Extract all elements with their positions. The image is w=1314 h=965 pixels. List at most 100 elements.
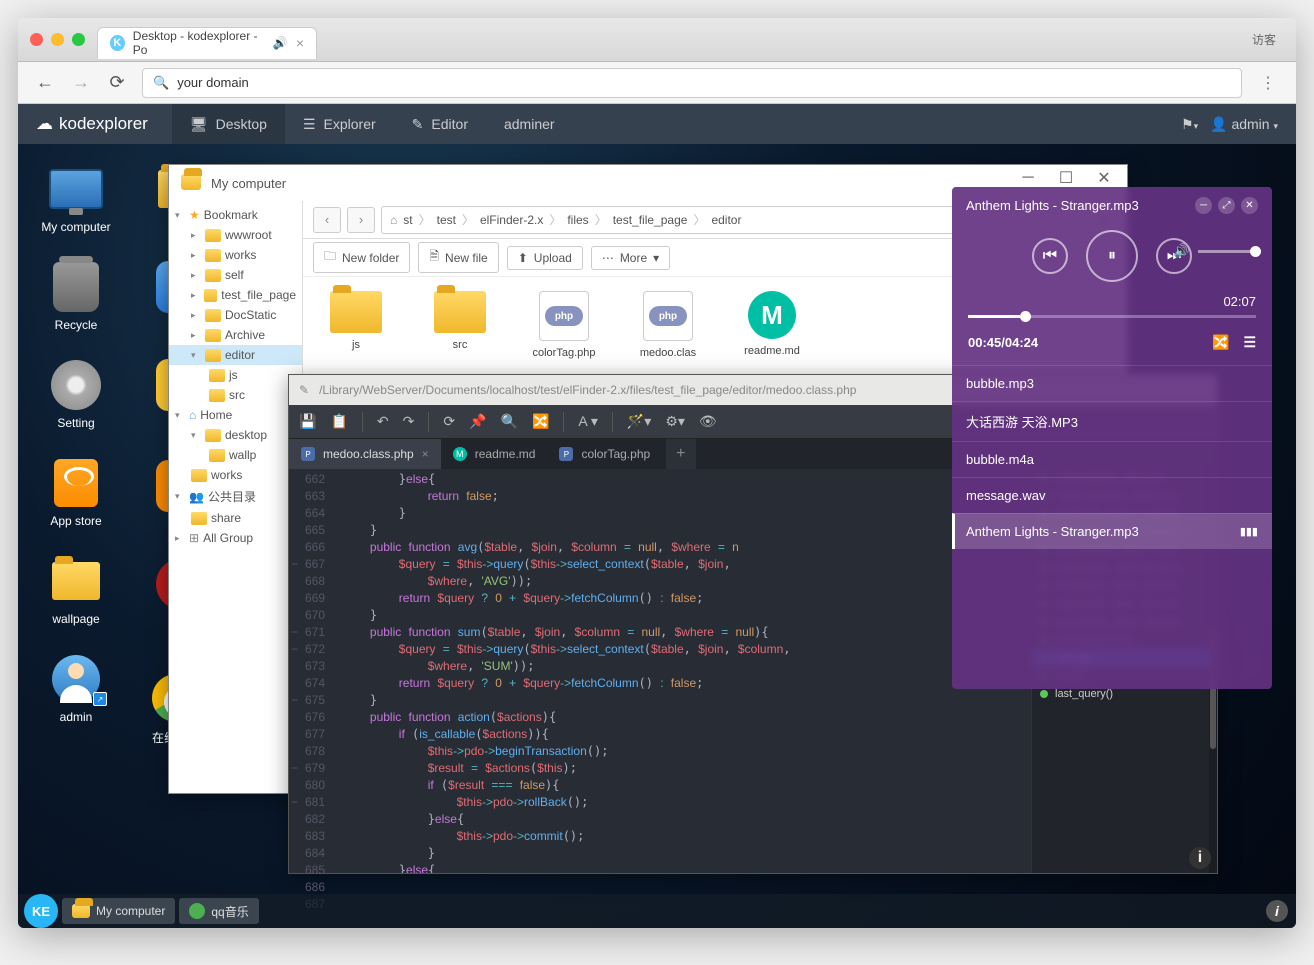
pin-icon[interactable]: 📌 [469,413,486,430]
tree-public[interactable]: ▾👥公共目录 [169,485,302,508]
shuffle-icon[interactable]: 🔀 [1212,334,1229,351]
user-menu[interactable]: 👤 admin ▾ [1210,116,1278,133]
dicon-recycle[interactable]: Recycle [32,262,120,332]
file-item-md[interactable]: Mreadme.md [735,291,809,359]
search-icon[interactable]: 🔍 [501,413,518,430]
dicon-admin[interactable]: ↗admin [32,654,120,724]
close-tab-icon[interactable]: × [296,35,304,51]
new-tab-button[interactable]: + [666,439,695,469]
maximize-icon[interactable]: ☐ [1047,167,1085,189]
font-dropdown[interactable]: A ▾ [578,413,597,430]
dicon-my-computer[interactable]: My computer [32,164,120,234]
player-close-icon[interactable]: ✕ [1241,197,1258,214]
code-editor[interactable]: }else{ return false; } } public function… [333,469,1031,873]
volume-control[interactable]: 🔊 [1174,243,1256,259]
maximize-window-icon[interactable] [72,33,85,46]
shuffle-icon[interactable]: 🔀 [532,413,549,430]
save-icon[interactable]: 💾 [299,413,316,430]
tree-item[interactable]: ▸works [169,245,302,265]
browser-menu-button[interactable]: ⋮ [1256,69,1280,97]
tree-allgroup[interactable]: ▸⊞All Group [169,528,302,548]
dicon-wallpage[interactable]: wallpage [32,556,120,626]
volume-slider[interactable] [1198,250,1256,253]
nav-explorer[interactable]: ☰Explorer [285,104,394,144]
player-minimize-icon[interactable]: ─ [1195,197,1212,214]
nav-editor[interactable]: ✎Editor [394,104,486,144]
playlist-icon[interactable]: ☰ [1243,334,1256,351]
editor-tab[interactable]: Pmedoo.class.php× [289,439,441,469]
editor-tab[interactable]: Mreadme.md [441,439,548,469]
launcher-button[interactable]: KE [24,894,58,928]
undo-icon[interactable]: ↶ [377,413,389,430]
home-icon[interactable]: ⌂ [390,213,397,227]
tree-item[interactable]: ▸self [169,265,302,285]
tree-item[interactable]: ▸Archive [169,325,302,345]
minimize-icon[interactable]: ─ [1009,167,1047,189]
dicon-setting[interactable]: Setting [32,360,120,430]
info-button[interactable]: i [1189,847,1211,869]
playlist-item[interactable]: bubble.m4a [952,441,1272,477]
taskbar-item[interactable]: qq音乐 [179,898,258,924]
playlist-item[interactable]: 大话西游 天浴.MP3 [952,401,1272,441]
tree-item-editor[interactable]: ▾editor [169,345,302,365]
close-window-icon[interactable] [30,33,43,46]
back-button[interactable]: ← [34,72,56,94]
player-expand-icon[interactable]: ⤢ [1218,197,1235,214]
address-bar[interactable]: 🔍 your domain [142,68,1242,98]
folder-icon [209,389,225,402]
tab-audio-icon[interactable]: 🔊 [273,36,288,50]
refresh-icon[interactable]: ⟳ [443,413,455,430]
folder-plus-icon: 🗀 [324,247,336,268]
window-traffic-lights[interactable] [30,33,85,46]
dicon-app-store[interactable]: App store [32,458,120,528]
tree-item[interactable]: wallp [169,445,302,465]
flag-icon[interactable]: ⚑▾ [1181,116,1198,133]
tree-home[interactable]: ▾⌂Home [169,405,302,425]
minimize-window-icon[interactable] [51,33,64,46]
gear-dropdown[interactable]: ⚙▾ [665,413,685,430]
browser-tab[interactable]: K Desktop - kodexplorer - Po 🔊 × [97,27,317,59]
tree-item[interactable]: works [169,465,302,485]
file-item-php[interactable]: phpcolorTag.php [527,291,601,359]
file-item-folder[interactable]: src [423,291,497,359]
file-item-folder[interactable]: js [319,291,393,359]
progress-bar[interactable] [968,315,1256,318]
tree-item[interactable]: ▸wwwroot [169,225,302,245]
tree-item[interactable]: js [169,365,302,385]
nav-desktop[interactable]: 🖥Desktop [172,104,285,144]
more-button[interactable]: ⋯ More ▾ [591,246,670,270]
player-header[interactable]: Anthem Lights - Stranger.mp3 ─ ⤢ ✕ [952,187,1272,218]
close-tab-icon[interactable]: × [422,447,429,461]
tree-bookmark[interactable]: ▾★Bookmark [169,205,302,225]
upload-button[interactable]: ⬆Upload [507,246,583,270]
pause-button[interactable]: ⏸ [1086,230,1138,282]
taskbar-item[interactable]: My computer [62,898,175,924]
tree-item[interactable]: ▸DocStatic [169,305,302,325]
tree-item[interactable]: ▾desktop [169,425,302,445]
tree-item[interactable]: share [169,508,302,528]
prev-button[interactable]: ⏮ [1032,238,1068,274]
tree-item[interactable]: ▸test_file_page [169,285,302,305]
playlist-item[interactable]: message.wav [952,477,1272,513]
nav-adminer[interactable]: adminer [486,104,573,144]
file-item-php[interactable]: phpmedoo.clas [631,291,705,359]
visitor-label[interactable]: 访客 [1244,27,1284,52]
close-icon[interactable]: ✕ [1085,167,1123,189]
playlist: bubble.mp3 大话西游 天浴.MP3 bubble.m4a messag… [952,361,1272,553]
forward-button[interactable]: → [70,72,92,94]
wand-dropdown[interactable]: 🪄▾ [627,413,651,430]
playlist-item-current[interactable]: Anthem Lights - Stranger.mp3▮▮▮ [952,513,1272,549]
taskbar-info-button[interactable]: i [1266,900,1288,922]
tree-item[interactable]: src [169,385,302,405]
eye-icon[interactable]: 👁 [699,413,717,430]
new-file-button[interactable]: 🗎New file [418,242,498,273]
crumb-back[interactable]: ‹ [313,207,341,233]
crumb-forward[interactable]: › [347,207,375,233]
editor-tab[interactable]: PcolorTag.php [547,439,662,469]
save-all-icon[interactable]: 📋 [330,413,347,430]
brand[interactable]: ☁ kodexplorer [36,114,148,134]
new-folder-button[interactable]: 🗀New folder [313,242,410,273]
reload-button[interactable]: ⟳ [106,72,128,94]
playlist-item[interactable]: bubble.mp3 [952,365,1272,401]
redo-icon[interactable]: ↷ [403,413,415,430]
